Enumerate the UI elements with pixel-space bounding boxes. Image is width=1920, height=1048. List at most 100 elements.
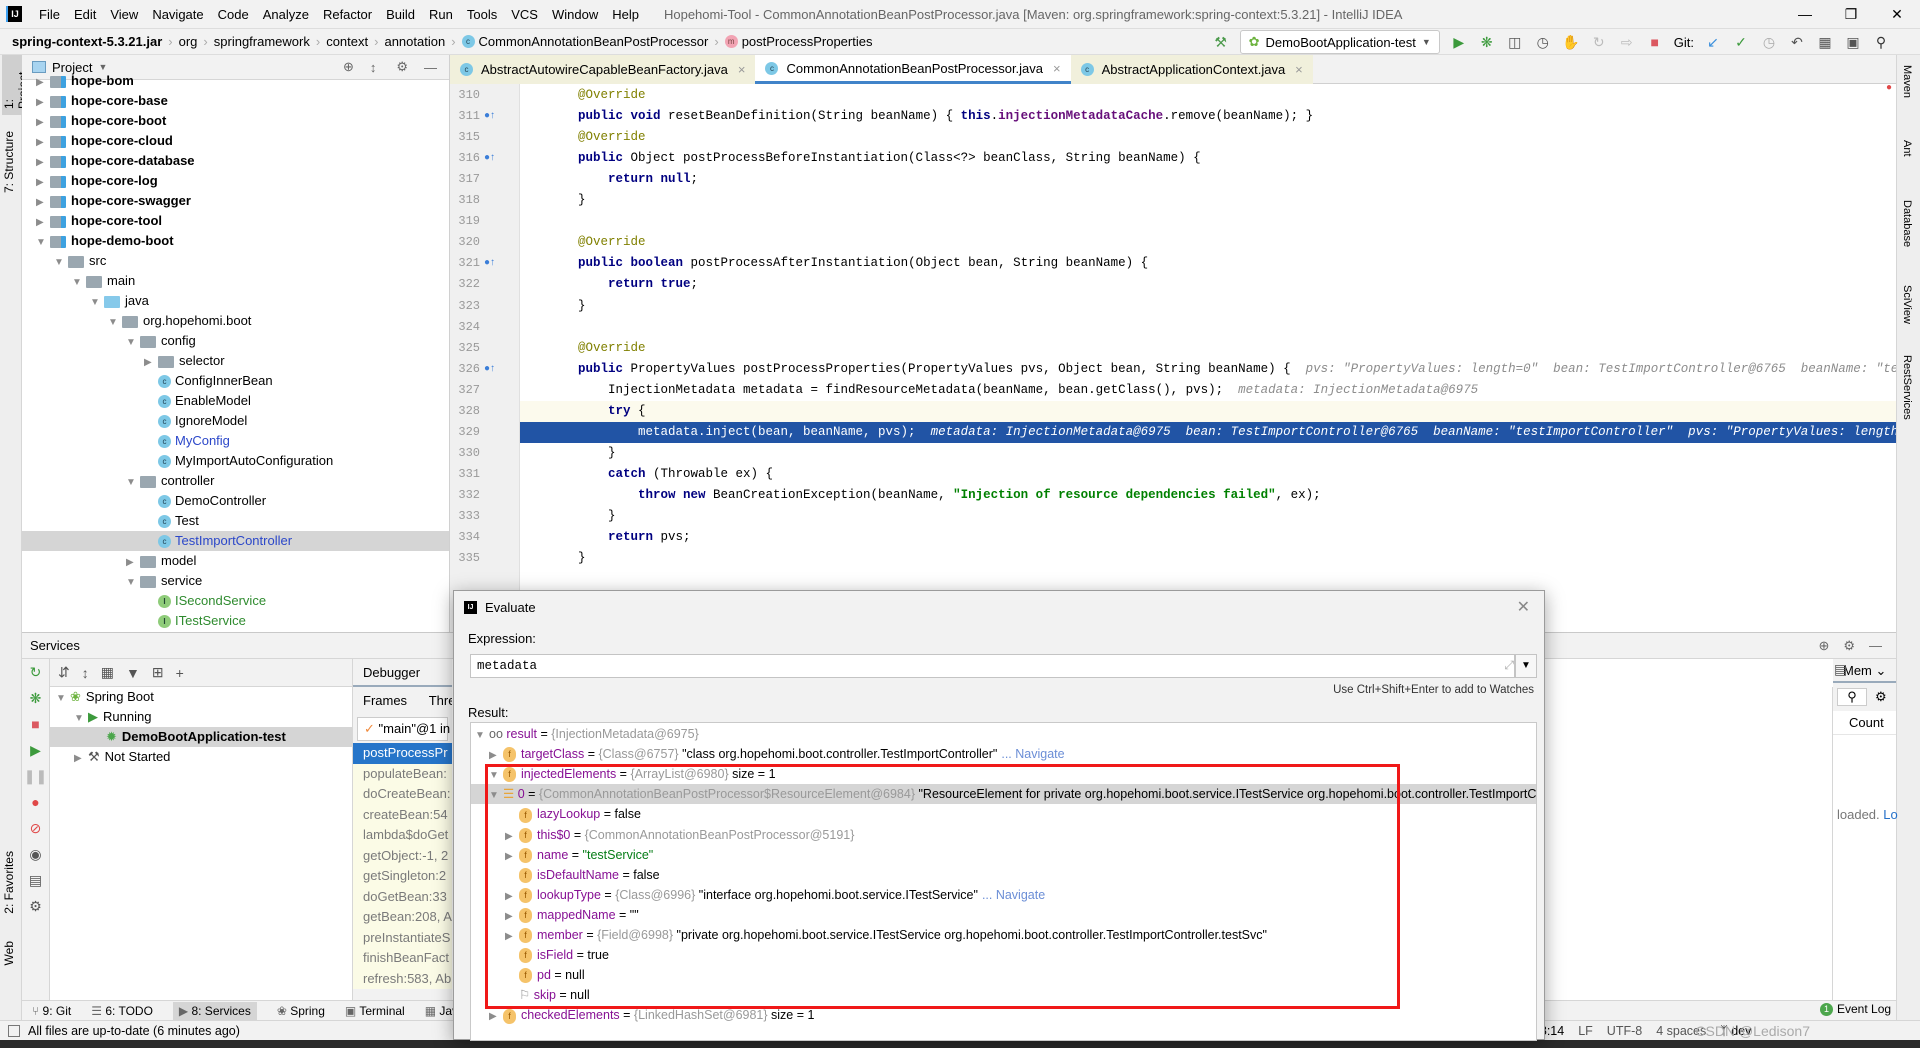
expanded-arrow-icon[interactable]: ▼ xyxy=(126,333,140,353)
project-tree-item[interactable]: ▼ org.hopehomi.boot xyxy=(22,311,449,331)
project-tree-item[interactable]: ▼ src xyxy=(22,251,449,271)
stack-frame[interactable]: getBean:208, A xyxy=(353,907,452,928)
maven-tool-tab[interactable]: Maven xyxy=(1901,65,1913,98)
restore-button[interactable]: ❐ xyxy=(1828,0,1874,28)
breadcrumb-org[interactable]: org xyxy=(179,34,198,49)
stop-icon[interactable]: ■ xyxy=(22,711,49,737)
minimize-button[interactable]: — xyxy=(1782,0,1828,28)
project-tree-item[interactable]: ▶ selector xyxy=(22,351,449,371)
stack-frame[interactable]: preInstantiateS xyxy=(353,927,452,948)
settings-icon[interactable]: ⚙ xyxy=(22,893,49,919)
stack-frame[interactable]: populateBean: xyxy=(353,763,452,784)
project-tree-item[interactable]: ▶ hope-core-swagger xyxy=(22,191,449,211)
tool-window-button[interactable]: ▶ 8: Services xyxy=(172,1001,257,1020)
expanded-arrow-icon[interactable]: ▼ xyxy=(126,573,140,593)
frames-tab[interactable]: Frames xyxy=(363,693,407,708)
menu-item-file[interactable]: File xyxy=(32,7,67,22)
sciview-tool-tab[interactable]: SciView xyxy=(1901,285,1913,324)
project-tree-item[interactable]: ▼ main xyxy=(22,271,449,291)
code-line[interactable]: return true; xyxy=(520,274,1896,295)
stack-frame[interactable]: getObject:-1, 2 xyxy=(353,845,452,866)
code-line[interactable]: } xyxy=(520,548,1896,569)
collapsed-arrow-icon[interactable]: ▶ xyxy=(489,1007,503,1027)
override-gutter-icon[interactable]: ●↑ xyxy=(484,152,495,163)
gear-icon[interactable]: ⚙ xyxy=(1843,638,1855,654)
breadcrumb-method[interactable]: postProcessProperties xyxy=(742,34,873,49)
collapsed-arrow-icon[interactable]: ▶ xyxy=(36,113,50,133)
code-line[interactable]: } xyxy=(520,443,1896,464)
expanded-arrow-icon[interactable]: ▼ xyxy=(90,293,104,313)
editor-tab[interactable]: c AbstractApplicationContext.java × xyxy=(1070,55,1313,84)
project-tree-item[interactable]: ▶ hope-core-database xyxy=(22,151,449,171)
tool-window-button[interactable]: ⑂ 9: Git xyxy=(32,1004,71,1018)
profile-icon[interactable]: ◷ xyxy=(1534,34,1552,51)
code-line[interactable]: @Override xyxy=(520,85,1896,106)
debug-icon[interactable]: ❋ xyxy=(22,685,49,711)
project-tree-item[interactable]: ▶ hope-core-tool xyxy=(22,211,449,231)
build-hammer-icon[interactable]: ⚒ xyxy=(1212,34,1230,51)
status-toggle-icon[interactable] xyxy=(8,1024,20,1037)
breadcrumb-springframework[interactable]: springframework xyxy=(214,34,310,49)
structure-tool-tab[interactable]: 7: Structure xyxy=(2,125,16,199)
navigate-link[interactable]: ... Navigate xyxy=(1001,747,1064,761)
favorites-tool-tab[interactable]: 2: Favorites xyxy=(2,845,16,920)
close-tab-icon[interactable]: × xyxy=(1295,62,1303,77)
stack-frame[interactable]: getSingleton:2 xyxy=(353,866,452,887)
rerun-icon[interactable]: ↻ xyxy=(22,659,49,685)
code-line[interactable]: throw new BeanCreationException(beanName… xyxy=(520,485,1896,506)
code-line[interactable]: public PropertyValues postProcessPropert… xyxy=(520,359,1896,380)
expand-editor-icon[interactable]: ⤢ xyxy=(1504,658,1514,673)
ant-tool-tab[interactable]: Ant xyxy=(1901,140,1913,157)
code-line[interactable]: public boolean postProcessAfterInstantia… xyxy=(520,253,1896,274)
collapsed-arrow-icon[interactable]: ▶ xyxy=(36,73,50,93)
project-tree-item[interactable]: c EnableModel xyxy=(22,391,449,411)
pause-icon[interactable]: ❚❚ xyxy=(22,763,49,789)
view-breakpoints-icon[interactable]: ● xyxy=(22,789,49,815)
close-tab-icon[interactable]: × xyxy=(738,62,746,77)
menu-item-navigate[interactable]: Navigate xyxy=(145,7,210,22)
hide-panel-icon[interactable]: — xyxy=(1869,638,1882,653)
code-line[interactable]: public void resetBeanDefinition(String b… xyxy=(520,106,1896,127)
menu-item-window[interactable]: Window xyxy=(545,7,605,22)
file-encoding[interactable]: UTF-8 xyxy=(1607,1024,1642,1038)
menu-item-edit[interactable]: Edit xyxy=(67,7,103,22)
stack-frame[interactable]: doCreateBean: xyxy=(353,784,452,805)
web-tool-tab[interactable]: Web xyxy=(2,935,16,971)
debug-icon[interactable]: ❋ xyxy=(1478,34,1496,51)
project-tree-item[interactable]: ▼ java xyxy=(22,291,449,311)
stack-frame[interactable]: postProcessPr xyxy=(353,743,452,764)
code-line[interactable]: public Object postProcessBeforeInstantia… xyxy=(520,148,1896,169)
presentation-icon[interactable]: ▣ xyxy=(1844,34,1862,51)
add-service-icon[interactable]: + xyxy=(176,665,184,681)
editor-tab[interactable]: c CommonAnnotationBeanPostProcessor.java × xyxy=(755,55,1071,84)
project-tree-item[interactable]: c IgnoreModel xyxy=(22,411,449,431)
breadcrumb-annotation[interactable]: annotation xyxy=(384,34,445,49)
git-update-icon[interactable]: ↙ xyxy=(1704,34,1722,51)
project-tree-item[interactable]: I ITestService xyxy=(22,611,449,631)
result-tree-row[interactable]: ▼ oo result = {InjectionMetadata@6975} xyxy=(471,724,1536,744)
threads-tab[interactable]: Threa xyxy=(429,693,452,708)
search-icon[interactable]: ⚲ xyxy=(1837,688,1867,706)
stack-frame[interactable]: finishBeanFact xyxy=(353,948,452,969)
code-line[interactable]: } xyxy=(520,506,1896,527)
filter-icon[interactable]: ▼ xyxy=(126,665,140,681)
menu-item-view[interactable]: View xyxy=(103,7,145,22)
line-separator[interactable]: LF xyxy=(1578,1024,1593,1038)
tool-window-button[interactable]: ▣ Terminal xyxy=(345,1004,405,1018)
menu-item-build[interactable]: Build xyxy=(379,7,422,22)
count-column-header[interactable]: Count xyxy=(1833,711,1896,735)
tool-window-button[interactable]: ❀ Spring xyxy=(277,1004,325,1018)
project-tree-item[interactable]: c Test xyxy=(22,511,449,531)
thread-select[interactable]: ✓ "main"@1 in xyxy=(357,717,450,741)
locate-icon[interactable]: ⊕ xyxy=(1818,638,1829,654)
code-line[interactable]: catch (Throwable ex) { xyxy=(520,464,1896,485)
resume-icon[interactable]: ▶ xyxy=(22,737,49,763)
menu-item-run[interactable]: Run xyxy=(422,7,460,22)
collapsed-arrow-icon[interactable]: ▶ xyxy=(36,213,50,233)
step-icon[interactable]: ⇨ xyxy=(1618,34,1636,51)
expanded-arrow-icon[interactable]: ▼ xyxy=(54,253,68,273)
code-line[interactable]: } xyxy=(520,296,1896,317)
close-icon[interactable]: ✕ xyxy=(1517,597,1530,617)
search-icon[interactable]: ⚲ xyxy=(1872,34,1890,51)
collapsed-arrow-icon[interactable]: ▶ xyxy=(36,93,50,113)
